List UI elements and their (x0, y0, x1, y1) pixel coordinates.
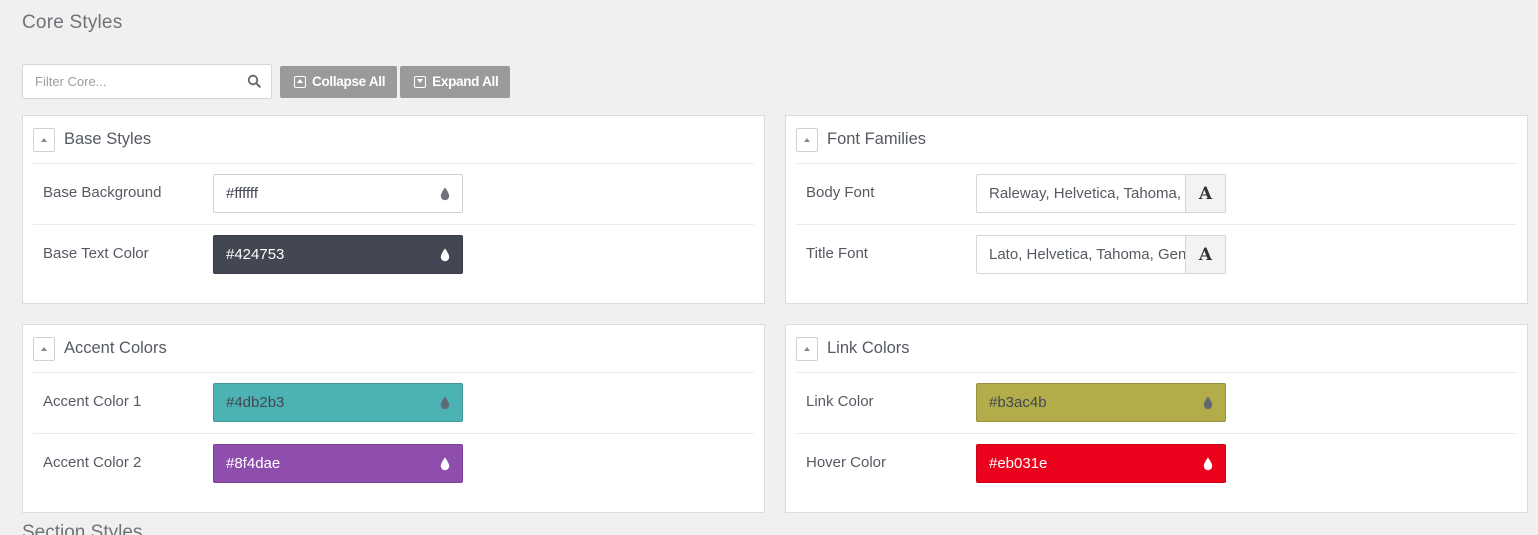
color-field[interactable]: #8f4dae (213, 444, 463, 483)
font-field: Raleway, Helvetica, Tahoma, Geneva, Aria… (976, 174, 1226, 213)
caret-up-icon (41, 137, 47, 142)
collapse-panel-button[interactable] (796, 127, 818, 152)
setting-label: Hover Color (806, 454, 887, 471)
color-field[interactable]: #424753 (213, 235, 463, 274)
panel-title: Link Colors (827, 339, 910, 357)
setting-row: Base Text Color #424753 (33, 224, 754, 284)
panel-header: Font Families (796, 116, 1517, 164)
filter-input[interactable] (23, 65, 271, 98)
color-drop-icon[interactable] (440, 396, 450, 410)
panel-font-families: Font Families Body Font Raleway, Helveti… (785, 115, 1528, 304)
color-field[interactable]: #ffffff (213, 174, 463, 213)
collapse-panel-button[interactable] (33, 336, 55, 361)
toolbar: Collapse All Expand All (22, 64, 511, 99)
panel-header: Link Colors (796, 325, 1517, 373)
setting-row: Title Font Lato, Helvetica, Tahoma, Gene… (796, 224, 1517, 284)
setting-label: Base Background (43, 184, 162, 201)
color-value: #424753 (226, 246, 285, 263)
font-picker-button[interactable]: A (1186, 235, 1226, 274)
color-value: #4db2b3 (226, 394, 285, 411)
filter-box (22, 64, 272, 99)
setting-label: Base Text Color (43, 245, 149, 262)
collapse-panel-button[interactable] (33, 127, 55, 152)
setting-row: Hover Color #eb031e (796, 433, 1517, 493)
color-drop-icon[interactable] (1203, 396, 1213, 410)
setting-label: Title Font (806, 245, 868, 262)
caret-up-icon (804, 346, 810, 351)
collapse-all-button[interactable]: Collapse All (280, 65, 398, 98)
setting-row: Accent Color 2 #8f4dae (33, 433, 754, 493)
color-field[interactable]: #b3ac4b (976, 383, 1226, 422)
font-input[interactable]: Lato, Helvetica, Tahoma, Geneva, Arial, … (976, 235, 1186, 274)
setting-row: Accent Color 1 #4db2b3 (33, 373, 754, 433)
search-icon[interactable] (247, 74, 261, 88)
color-value: #eb031e (989, 455, 1048, 472)
panel-header: Base Styles (33, 116, 754, 164)
color-field[interactable]: #4db2b3 (213, 383, 463, 422)
color-value: #b3ac4b (989, 394, 1047, 411)
color-drop-icon[interactable] (440, 187, 450, 201)
setting-label: Body Font (806, 184, 875, 201)
font-field: Lato, Helvetica, Tahoma, Geneva, Arial, … (976, 235, 1226, 274)
section-styles-heading: Section Styles (22, 522, 143, 535)
setting-row: Body Font Raleway, Helvetica, Tahoma, Ge… (796, 164, 1517, 224)
panel-header: Accent Colors (33, 325, 754, 373)
color-field[interactable]: #eb031e (976, 444, 1226, 483)
panel-base-styles: Base Styles Base Background #ffffff Base… (22, 115, 765, 304)
caret-up-icon (804, 137, 810, 142)
caret-up-icon (41, 346, 47, 351)
expand-all-label: Expand All (432, 74, 499, 89)
setting-label: Accent Color 2 (43, 454, 142, 471)
color-drop-icon[interactable] (440, 248, 450, 262)
collapse-panel-button[interactable] (796, 336, 818, 361)
page-title: Core Styles (22, 12, 123, 33)
expand-all-button[interactable]: Expand All (400, 65, 511, 98)
color-drop-icon[interactable] (440, 457, 450, 471)
font-picker-button[interactable]: A (1186, 174, 1226, 213)
color-value: #ffffff (226, 185, 258, 202)
expand-icon (414, 75, 427, 88)
setting-label: Accent Color 1 (43, 393, 142, 410)
panel-title: Base Styles (64, 130, 152, 148)
panel-title: Font Families (827, 130, 927, 148)
color-drop-icon[interactable] (1203, 457, 1213, 471)
font-input[interactable]: Raleway, Helvetica, Tahoma, Geneva, Aria… (976, 174, 1186, 213)
setting-row: Link Color #b3ac4b (796, 373, 1517, 433)
setting-row: Base Background #ffffff (33, 164, 754, 224)
panel-title: Accent Colors (64, 339, 167, 357)
panel-link-colors: Link Colors Link Color #b3ac4b Hover Col… (785, 324, 1528, 513)
panel-accent-colors: Accent Colors Accent Color 1 #4db2b3 Acc… (22, 324, 765, 513)
setting-label: Link Color (806, 393, 874, 410)
collapse-all-label: Collapse All (312, 74, 386, 89)
collapse-icon (294, 75, 306, 88)
color-value: #8f4dae (226, 455, 281, 472)
